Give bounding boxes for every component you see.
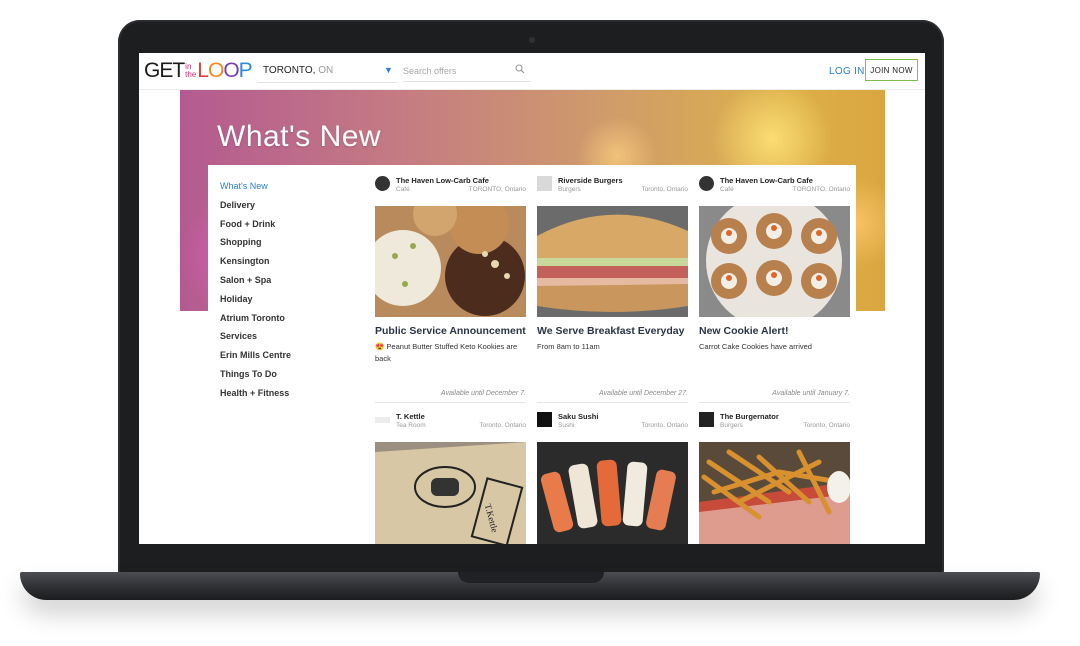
card-header: Riverside Burgers Burgers Toronto, Ontar… xyxy=(537,176,688,200)
offer-title[interactable]: Public Service Announcement xyxy=(375,325,526,337)
business-location: Toronto, Ontario xyxy=(479,422,526,429)
search-icon[interactable] xyxy=(515,64,525,74)
business-name[interactable]: Saku Sushi xyxy=(558,412,598,421)
business-avatar xyxy=(375,417,390,423)
city-underline xyxy=(257,82,397,83)
offer-card[interactable]: Saku Sushi Sushi Toronto, Ontario xyxy=(537,412,688,544)
sidebar-item-health-fitness[interactable]: Health + Fitness xyxy=(220,387,291,406)
sidebar-item-kensington[interactable]: Kensington xyxy=(220,255,291,274)
offer-image[interactable] xyxy=(699,442,850,544)
business-location: TORONTO, Ontario xyxy=(792,186,850,193)
offer-subtitle: 😍 Peanut Butter Stuffed Keto Kookies are… xyxy=(375,342,518,363)
business-location: Toronto, Ontario xyxy=(641,422,688,429)
offer-image[interactable] xyxy=(699,206,850,317)
sidebar-item-holiday[interactable]: Holiday xyxy=(220,293,291,312)
offer-title[interactable]: We Serve Breakfast Everyday xyxy=(537,325,684,337)
sidebar-item-delivery[interactable]: Delivery xyxy=(220,199,291,218)
offer-image[interactable] xyxy=(537,442,688,544)
logo[interactable]: GET in the LOOP xyxy=(144,58,253,84)
sidebar-item-services[interactable]: Services xyxy=(220,330,291,349)
offer-card[interactable]: The Haven Low-Carb Cafe Café TORONTO, On… xyxy=(375,176,526,403)
business-avatar xyxy=(699,412,714,427)
offer-image[interactable] xyxy=(375,206,526,317)
business-category: Tea Room xyxy=(396,422,426,429)
laptop-notch xyxy=(458,572,604,583)
business-avatar xyxy=(537,176,552,191)
business-name[interactable]: The Burgernator xyxy=(720,412,779,421)
business-category: Burgers xyxy=(720,422,743,429)
card-divider xyxy=(375,402,526,403)
city-name: TORONTO, xyxy=(263,65,316,76)
city-province: ON xyxy=(318,65,334,76)
offer-card[interactable]: The Haven Low-Carb Cafe Café TORONTO, On… xyxy=(699,176,850,403)
join-now-button[interactable]: JOIN NOW xyxy=(865,59,918,81)
sidebar-item-atrium-toronto[interactable]: Atrium Toronto xyxy=(220,312,291,331)
offer-availability: Available until January 7. xyxy=(772,390,850,397)
offer-subtitle: Carrot Cake Cookies have arrived xyxy=(699,342,812,351)
offer-card[interactable]: Riverside Burgers Burgers Toronto, Ontar… xyxy=(537,176,688,403)
logo-the: the xyxy=(185,70,197,79)
offer-image[interactable] xyxy=(537,206,688,317)
business-name[interactable]: The Haven Low-Carb Cafe xyxy=(396,176,489,185)
browser-screen: GET in the LOOP TORONTO, ON ▼ LOG IN JOI… xyxy=(139,53,925,544)
logo-loop-o2: O xyxy=(223,59,239,82)
logo-loop-o1: O xyxy=(207,59,224,82)
business-category: Sushi xyxy=(558,422,575,429)
business-location: Toronto, Ontario xyxy=(803,422,850,429)
business-location: TORONTO, Ontario xyxy=(468,186,526,193)
camera-icon xyxy=(529,37,535,43)
page-title: What's New xyxy=(217,120,382,153)
card-header: The Burgernator Burgers Toronto, Ontario xyxy=(699,412,850,436)
offer-image[interactable]: T.Kettle xyxy=(375,442,526,544)
card-divider xyxy=(699,402,850,403)
city-selector[interactable]: TORONTO, ON xyxy=(263,65,333,76)
offer-availability: Available until December 7. xyxy=(440,390,526,397)
sidebar-item-erin-mills-centre[interactable]: Erin Mills Centre xyxy=(220,349,291,368)
card-divider xyxy=(537,402,688,403)
business-location: Toronto, Ontario xyxy=(641,186,688,193)
sidebar-item-shopping[interactable]: Shopping xyxy=(220,236,291,255)
logo-get: GET xyxy=(144,59,185,82)
card-header: T. Kettle Tea Room Toronto, Ontario xyxy=(375,412,526,436)
business-name[interactable]: Riverside Burgers xyxy=(558,176,623,185)
business-category: Burgers xyxy=(558,186,581,193)
offer-card[interactable]: T. Kettle Tea Room Toronto, Ontario T.Ke… xyxy=(375,412,526,544)
logo-loop-p: P xyxy=(238,59,253,82)
business-avatar xyxy=(699,176,714,191)
card-header: The Haven Low-Carb Cafe Café TORONTO, On… xyxy=(699,176,850,200)
top-nav: GET in the LOOP TORONTO, ON ▼ LOG IN JOI… xyxy=(139,53,925,90)
offer-subtitle: From 8am to 11am xyxy=(537,342,600,351)
offer-title[interactable]: New Cookie Alert! xyxy=(699,325,788,337)
logo-loop-l: L xyxy=(197,59,209,82)
business-category: Café xyxy=(720,186,734,193)
login-link[interactable]: LOG IN xyxy=(829,66,865,77)
business-name[interactable]: T. Kettle xyxy=(396,412,425,421)
sidebar-item-salon-spa[interactable]: Salon + Spa xyxy=(220,274,291,293)
sidebar-item-whats-new[interactable]: What's New xyxy=(220,180,291,199)
search-input[interactable] xyxy=(403,61,531,82)
business-avatar xyxy=(375,176,390,191)
sidebar-item-things-to-do[interactable]: Things To Do xyxy=(220,368,291,387)
content-panel: What's New Delivery Food + Drink Shoppin… xyxy=(208,165,856,544)
offer-availability: Available until December 27. xyxy=(599,390,688,397)
business-category: Café xyxy=(396,186,410,193)
category-sidebar: What's New Delivery Food + Drink Shoppin… xyxy=(220,180,291,406)
logo-inthe: in the xyxy=(185,63,196,79)
logo-loop: LOOP xyxy=(197,59,253,83)
card-header: Saku Sushi Sushi Toronto, Ontario xyxy=(537,412,688,436)
chevron-down-icon[interactable]: ▼ xyxy=(384,65,393,75)
sidebar-item-food-drink[interactable]: Food + Drink xyxy=(220,218,291,237)
card-header: The Haven Low-Carb Cafe Café TORONTO, On… xyxy=(375,176,526,200)
offer-card[interactable]: The Burgernator Burgers Toronto, Ontario xyxy=(699,412,850,544)
business-avatar xyxy=(537,412,552,427)
business-name[interactable]: The Haven Low-Carb Cafe xyxy=(720,176,813,185)
